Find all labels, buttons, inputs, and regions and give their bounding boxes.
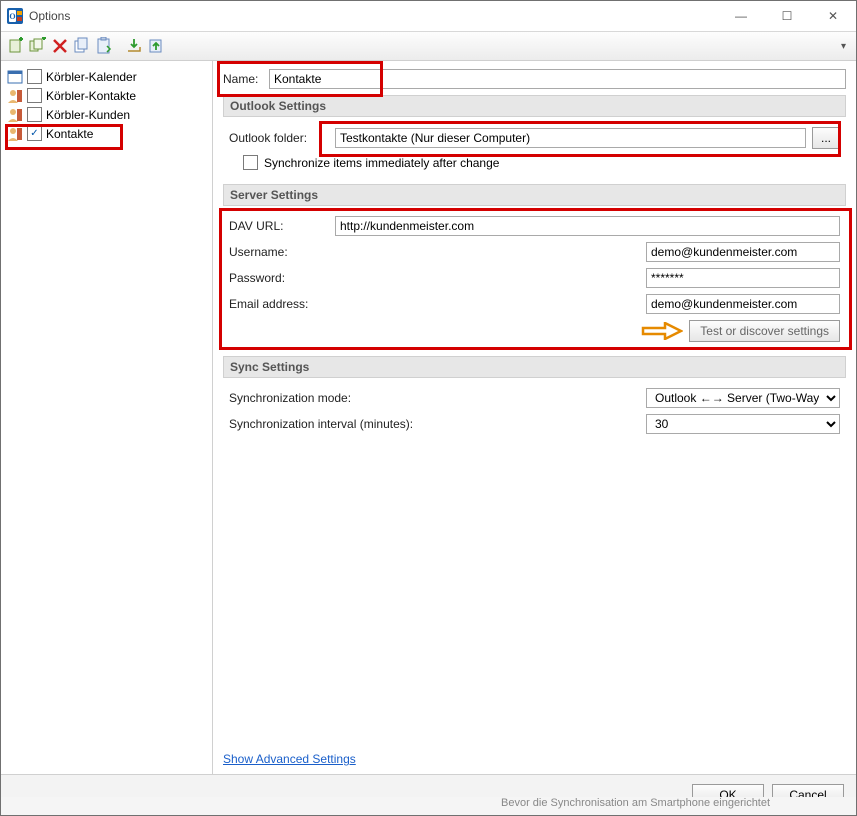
username-input[interactable] — [646, 242, 840, 262]
contacts-icon — [7, 126, 23, 142]
sync-mode-label: Synchronization mode: — [229, 391, 429, 405]
add-profile-icon[interactable] — [7, 37, 25, 55]
sidebar-item-label: Körbler-Kontakte — [46, 89, 136, 103]
sync-interval-select[interactable]: 30 — [646, 414, 840, 434]
section-outlook-header: Outlook Settings — [223, 95, 846, 117]
maximize-button[interactable]: ☐ — [764, 1, 810, 31]
username-label: Username: — [229, 245, 329, 259]
sidebar-item-label: Körbler-Kalender — [46, 70, 137, 84]
name-input[interactable] — [269, 69, 846, 89]
ok-button[interactable]: OK — [692, 784, 764, 806]
email-input[interactable] — [646, 294, 840, 314]
checkbox[interactable] — [27, 107, 42, 122]
sync-interval-label: Synchronization interval (minutes): — [229, 417, 429, 431]
dav-url-input[interactable] — [335, 216, 840, 236]
copy-icon[interactable] — [73, 37, 91, 55]
outlook-folder-label: Outlook folder: — [229, 131, 329, 145]
sidebar-item-kalender[interactable]: Körbler-Kalender — [5, 67, 208, 86]
dav-url-label: DAV URL: — [229, 219, 329, 233]
calendar-icon — [7, 69, 23, 85]
contacts-icon — [7, 107, 23, 123]
password-input[interactable] — [646, 268, 840, 288]
sync-immediately-label: Synchronize items immediately after chan… — [264, 156, 499, 170]
test-discover-button[interactable]: Test or discover settings — [689, 320, 840, 342]
app-icon: O — [7, 8, 23, 24]
window-title: Options — [29, 9, 70, 23]
contacts-icon — [7, 88, 23, 104]
email-label: Email address: — [229, 297, 329, 311]
checkbox[interactable] — [27, 69, 42, 84]
section-server-header: Server Settings — [223, 184, 846, 206]
import-icon[interactable] — [147, 37, 165, 55]
dialog-footer: OK Cancel — [1, 774, 856, 815]
svg-text:O: O — [9, 12, 15, 21]
sidebar-item-kunden[interactable]: Körbler-Kunden — [5, 105, 208, 124]
checkbox[interactable] — [27, 88, 42, 103]
sidebar-item-kontakte-1[interactable]: Körbler-Kontakte — [5, 86, 208, 105]
add-multiple-icon[interactable] — [29, 37, 47, 55]
password-label: Password: — [229, 271, 329, 285]
form-panel: Name: Outlook Settings Outlook folder: .… — [213, 61, 856, 774]
show-advanced-link[interactable]: Show Advanced Settings — [223, 752, 356, 766]
outlook-folder-input[interactable] — [335, 128, 806, 148]
cancel-button[interactable]: Cancel — [772, 784, 844, 806]
sync-mode-select[interactable]: Outlook ←→ Server (Two-Way) — [646, 388, 840, 408]
sidebar-item-label: Kontakte — [46, 127, 93, 141]
sidebar-item-label: Körbler-Kunden — [46, 108, 130, 122]
toolbar-overflow-icon[interactable]: ▾ — [841, 41, 846, 52]
minimize-button[interactable]: — — [718, 1, 764, 31]
export-icon[interactable] — [125, 37, 143, 55]
browse-folder-button[interactable]: ... — [812, 127, 840, 149]
sidebar: Körbler-Kalender Körbler-Kontakte Körble… — [1, 61, 213, 774]
close-button[interactable]: ✕ — [810, 1, 856, 31]
paste-icon[interactable] — [95, 37, 113, 55]
toolbar: ▾ — [1, 32, 856, 61]
arrow-icon — [641, 322, 683, 340]
delete-icon[interactable] — [51, 37, 69, 55]
sync-immediately-checkbox[interactable] — [243, 155, 258, 170]
checkbox[interactable]: ✓ — [27, 126, 42, 141]
sidebar-item-kontakte-2[interactable]: ✓ Kontakte — [5, 124, 208, 143]
section-sync-header: Sync Settings — [223, 356, 846, 378]
name-label: Name: — [223, 72, 263, 86]
